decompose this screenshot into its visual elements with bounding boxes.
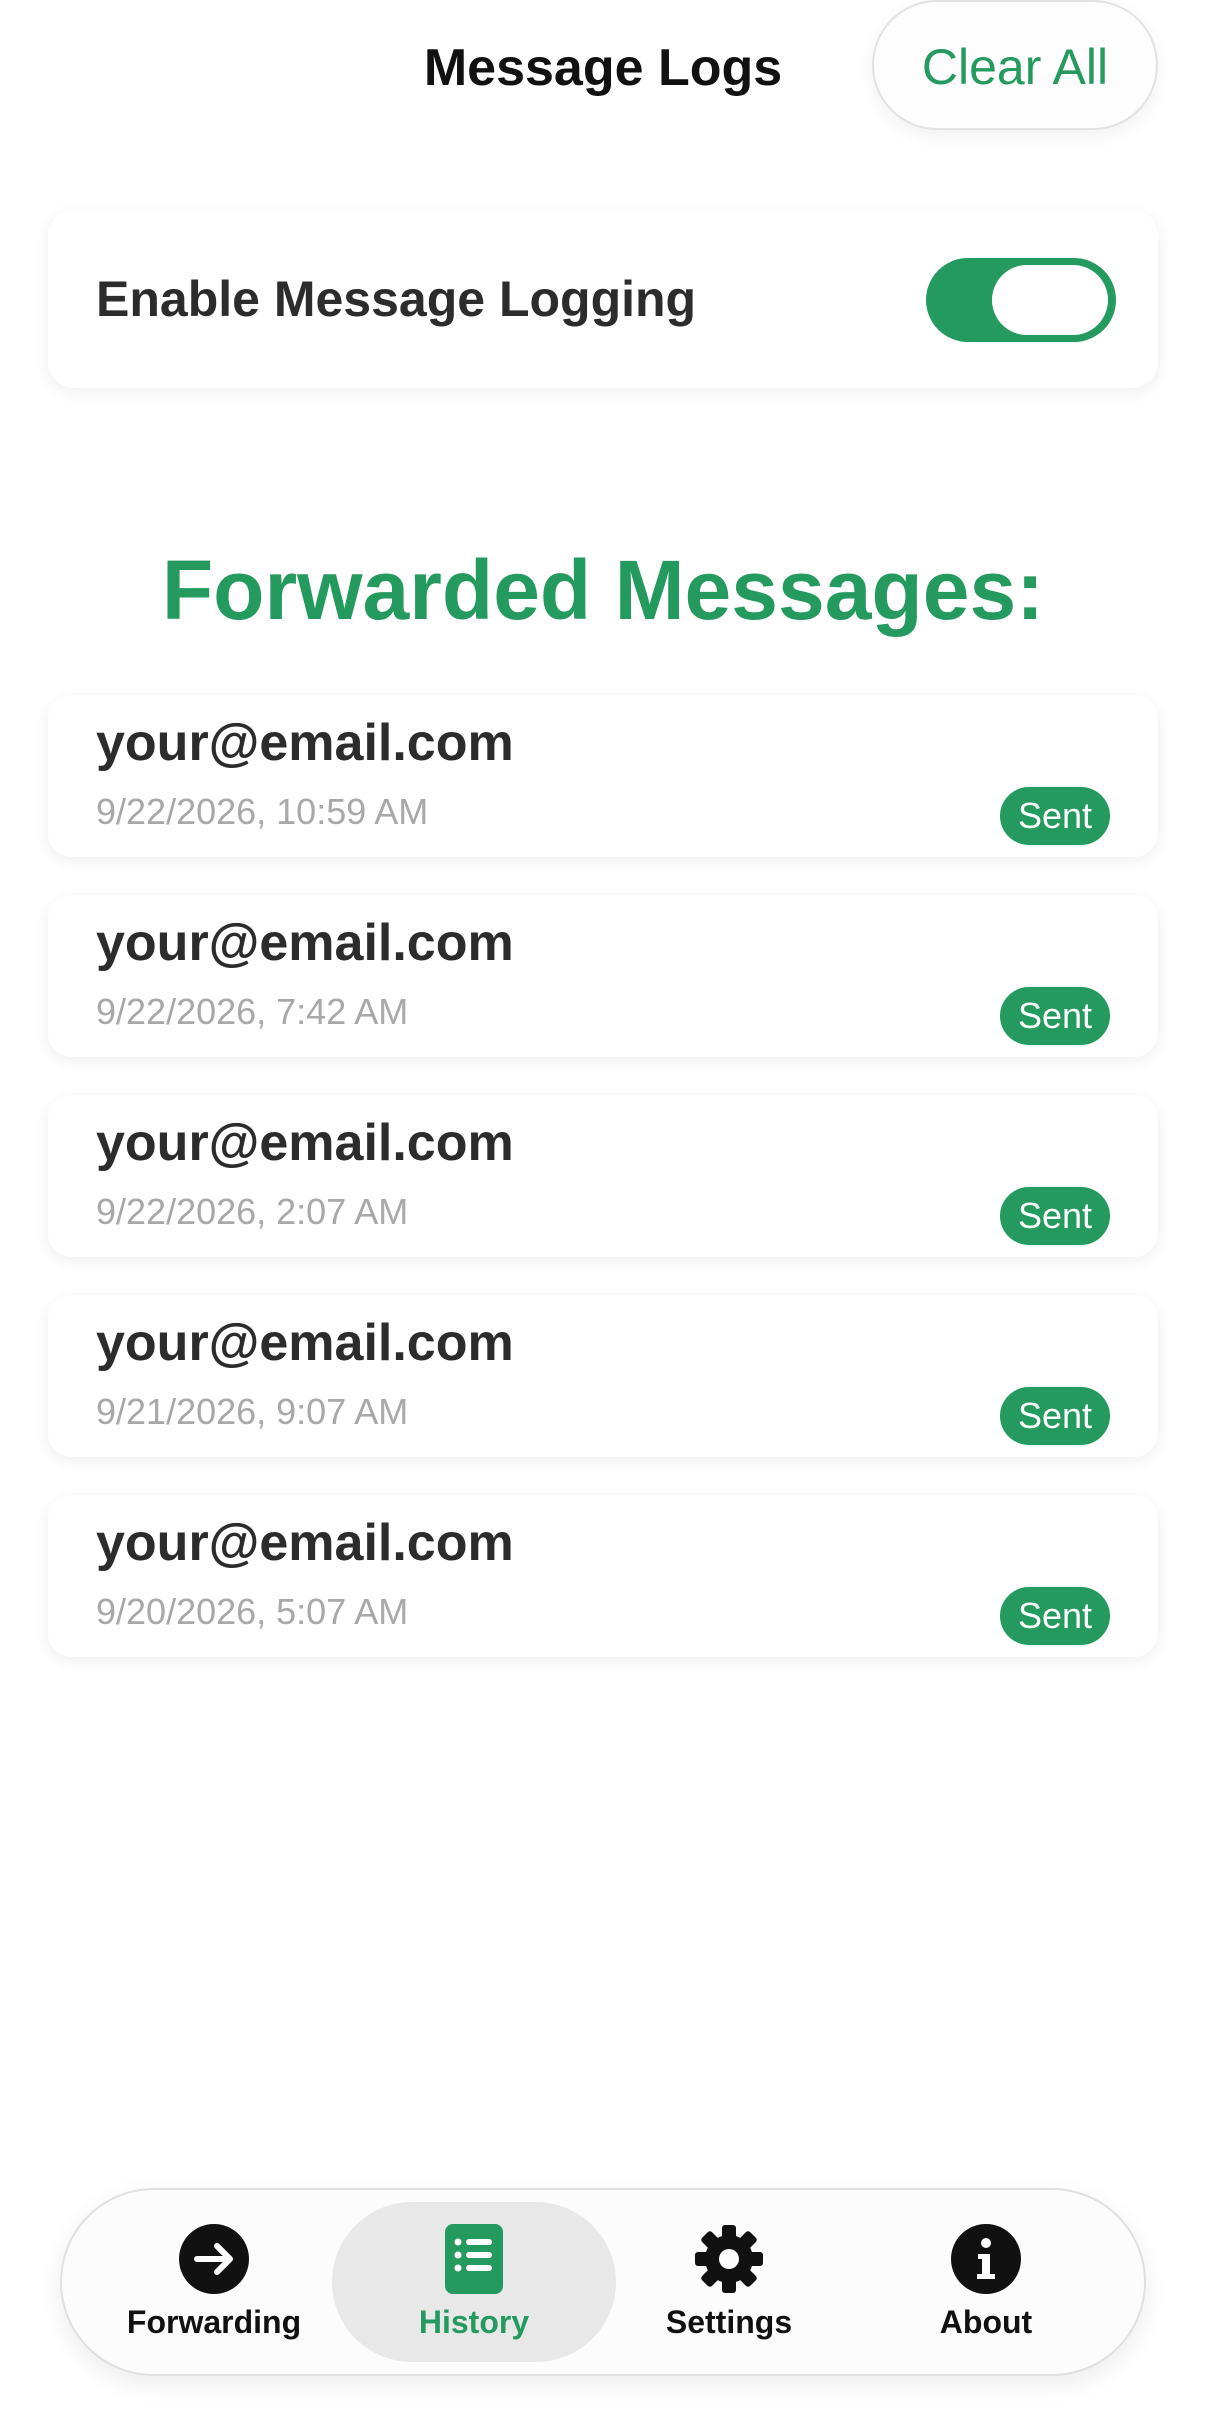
message-list: your@email.com 9/22/2026, 10:59 AM Sent … [48,695,1158,1695]
message-timestamp: 9/22/2026, 2:07 AM [96,1191,409,1232]
toggle-knob [992,265,1108,335]
message-timestamp: 9/22/2026, 10:59 AM [96,791,429,832]
list-icon [445,2224,503,2294]
clear-all-button[interactable]: Clear All [872,0,1158,130]
nav-item-settings[interactable]: Settings [587,2202,871,2362]
nav-item-forwarding[interactable]: Forwarding [72,2202,356,2362]
message-timestamp: 9/22/2026, 7:42 AM [96,991,409,1032]
message-timestamp: 9/21/2026, 9:07 AM [96,1391,409,1432]
status-badge: Sent [999,1187,1110,1245]
bottom-nav: Forwarding History Settings About [60,2188,1146,2376]
list-item[interactable]: your@email.com 9/20/2026, 5:07 AM Sent [48,1495,1158,1657]
nav-label-settings: Settings [665,2304,793,2340]
list-item[interactable]: your@email.com 9/22/2026, 10:59 AM Sent [48,695,1158,857]
arrow-right-circle-icon [179,2224,249,2294]
message-email: your@email.com [96,714,514,772]
info-icon [951,2224,1021,2294]
section-heading: Forwarded Messages: [161,543,1045,637]
nav-label-about: About [939,2304,1033,2340]
list-item[interactable]: your@email.com 9/22/2026, 7:42 AM Sent [48,895,1158,1057]
message-email: your@email.com [96,1314,514,1372]
status-badge: Sent [999,1387,1110,1445]
message-email: your@email.com [96,1514,514,1572]
logging-toggle-label: Enable Message Logging [96,271,697,327]
message-email: your@email.com [96,914,514,972]
list-item[interactable]: your@email.com 9/22/2026, 2:07 AM Sent [48,1095,1158,1257]
gear-icon [695,2225,763,2293]
nav-label-forwarding: Forwarding [126,2304,302,2340]
list-item[interactable]: your@email.com 9/21/2026, 9:07 AM Sent [48,1295,1158,1457]
status-badge: Sent [999,987,1110,1045]
status-badge: Sent [999,787,1110,845]
message-timestamp: 9/20/2026, 5:07 AM [96,1591,409,1632]
message-email: your@email.com [96,1114,514,1172]
nav-label-history: History [418,2304,530,2340]
nav-item-about[interactable]: About [844,2202,1128,2362]
logging-toggle-card: Enable Message Logging [48,210,1158,388]
logging-toggle-switch[interactable] [926,258,1116,342]
status-badge: Sent [999,1587,1110,1645]
nav-item-history[interactable]: History [332,2202,616,2362]
